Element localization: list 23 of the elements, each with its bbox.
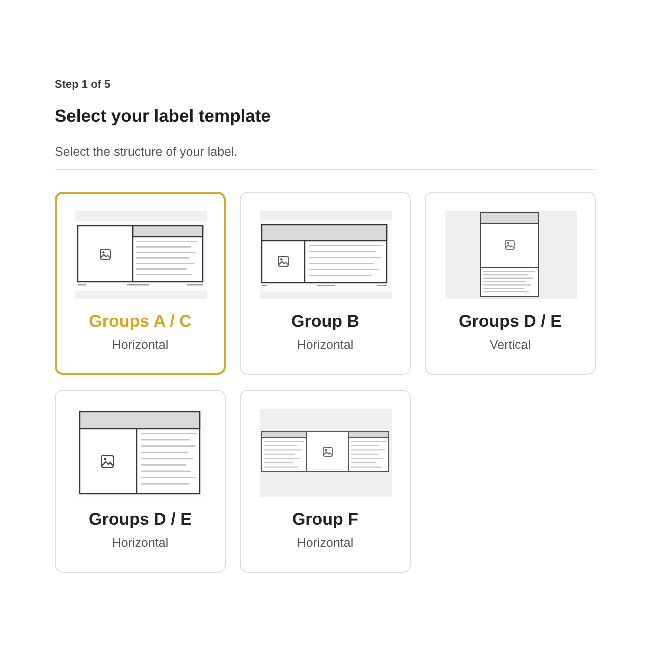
template-card[interactable]: Groups A / C Horizontal (55, 192, 226, 375)
template-name: Groups D / E (89, 509, 192, 530)
image-icon (100, 455, 114, 468)
orientation-label: Horizontal (297, 535, 354, 551)
orientation-label: Horizontal (112, 337, 169, 353)
template-card[interactable]: Groups D / E Vertical (425, 192, 596, 375)
template-card[interactable]: Group B Horizontal (240, 192, 411, 375)
image-icon (504, 240, 514, 250)
orientation-label: Vertical (490, 337, 531, 353)
template-name: Groups D / E (459, 311, 562, 332)
page-subtitle: Select the structure of your label. (55, 144, 239, 160)
template-name: Group B (292, 311, 360, 332)
orientation-label: Horizontal (297, 337, 354, 353)
orientation-label: Horizontal (112, 535, 169, 551)
template-name: Groups A / C (89, 311, 192, 332)
template-card[interactable]: Groups D / E Horizontal (55, 390, 226, 573)
image-icon (322, 447, 332, 457)
template-name: Group F (292, 509, 359, 530)
page-title: Select your label template (55, 105, 272, 127)
image-icon (278, 256, 288, 267)
template-card[interactable]: Group F Horizontal (240, 390, 411, 573)
step-indicator: Step 1 of 5 (55, 78, 112, 92)
image-icon (100, 249, 110, 260)
